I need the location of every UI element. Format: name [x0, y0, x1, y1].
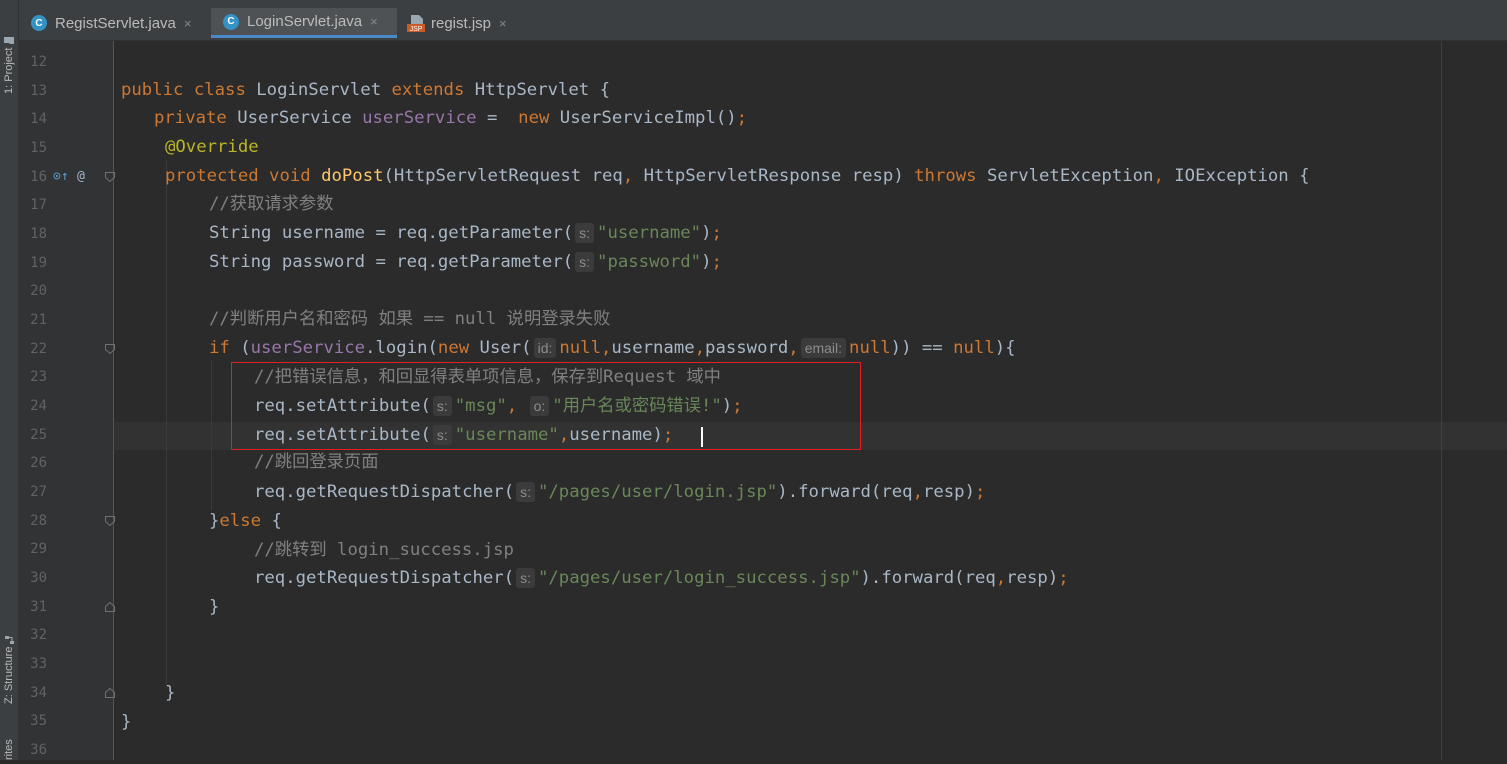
code-line-29[interactable]: //跳转到 login_success.jsp	[254, 536, 514, 564]
favorites-tool-button[interactable]: rites	[1, 726, 17, 760]
tab-regist-jsp[interactable]: JSP regist.jsp ×	[395, 8, 545, 38]
line-number: 15	[30, 140, 47, 156]
annotation-highlight-box	[231, 362, 861, 450]
close-tab-icon[interactable]: ×	[184, 16, 192, 31]
fold-end-icon[interactable]	[105, 688, 115, 698]
structure-tool-label: Z: Structure	[3, 646, 15, 704]
line-number: 17	[30, 197, 47, 213]
annotation-icon[interactable]: @	[77, 163, 85, 191]
editor-tab-bar: C RegistServlet.java × C LoginServlet.ja…	[19, 0, 1507, 41]
code-line-27[interactable]: req.getRequestDispatcher(s: "/pages/user/…	[254, 478, 985, 506]
tool-window-stripe: 1: Project Z: Structure rites	[0, 0, 19, 760]
line-number: 12	[30, 54, 47, 70]
fold-end-icon[interactable]	[105, 602, 115, 612]
fold-icon[interactable]	[105, 344, 115, 354]
code-line-19[interactable]: String password = req.getParameter(s: "pa…	[209, 248, 722, 276]
tab-login-servlet[interactable]: C LoginServlet.java ×	[211, 8, 397, 38]
line-number: 13	[30, 83, 47, 99]
close-tab-icon[interactable]: ×	[370, 14, 378, 29]
parameter-hint: s:	[516, 482, 535, 502]
line-number: 32	[30, 627, 47, 643]
java-class-icon: C	[31, 15, 47, 31]
code-line-26[interactable]: //跳回登录页面	[254, 448, 379, 476]
line-number: 30	[30, 570, 47, 586]
line-number: 22	[30, 341, 47, 357]
close-tab-icon[interactable]: ×	[499, 16, 507, 31]
svg-text:JSP: JSP	[410, 26, 423, 32]
indent-guide	[166, 160, 167, 685]
parameter-hint: s:	[516, 568, 535, 588]
parameter-hint: id:	[533, 338, 557, 358]
code-line-21[interactable]: //判断用户名和密码 如果 == null 说明登录失败	[209, 305, 610, 333]
line-number: 33	[30, 656, 47, 672]
line-number: 28	[30, 513, 47, 529]
code-line-22[interactable]: if (userService.login(new User(id: null,u…	[209, 334, 1016, 362]
code-line-15[interactable]: @Override	[165, 133, 259, 161]
tab-label: LoginServlet.java	[247, 13, 363, 30]
right-margin-guide	[1441, 41, 1442, 760]
code-line-13[interactable]: public class LoginServlet extends HttpSe…	[121, 76, 610, 104]
code-line-31[interactable]: }	[209, 593, 219, 621]
tab-label: RegistServlet.java	[55, 14, 176, 32]
code-line-17[interactable]: //获取请求参数	[209, 190, 334, 218]
line-number: 18	[30, 226, 47, 242]
parameter-hint: s:	[575, 223, 595, 243]
line-number: 31	[30, 599, 47, 615]
fold-icon[interactable]	[105, 516, 115, 526]
project-tool-button[interactable]: 1: Project	[1, 4, 17, 94]
line-number: 20	[30, 283, 47, 299]
code-line-30[interactable]: req.getRequestDispatcher(s: "/pages/user/…	[254, 564, 1069, 592]
parameter-hint: s:	[575, 252, 595, 272]
code-line-35[interactable]: }	[121, 708, 131, 736]
fold-icon[interactable]	[105, 172, 115, 182]
line-number: 26	[30, 455, 47, 471]
line-number: 35	[30, 713, 47, 729]
folder-icon	[4, 36, 14, 44]
line-number: 14	[30, 111, 47, 127]
line-number: 25	[30, 427, 47, 443]
code-line-28[interactable]: }else {	[209, 507, 282, 535]
tab-label: regist.jsp	[431, 14, 492, 32]
line-number: 34	[30, 685, 47, 701]
java-class-icon: C	[223, 13, 239, 30]
line-number: 21	[30, 312, 47, 328]
jsp-file-icon: JSP	[407, 14, 425, 33]
code-line-18[interactable]: String username = req.getParameter(s: "us…	[209, 219, 722, 247]
tab-regist-servlet[interactable]: C RegistServlet.java ×	[19, 8, 209, 38]
structure-icon	[5, 635, 14, 644]
code-line-14[interactable]: private UserService userService = new Us…	[154, 104, 747, 132]
line-number: 19	[30, 255, 47, 271]
line-number: 29	[30, 541, 47, 557]
project-tool-label: 1: Project	[3, 47, 15, 94]
indent-guide	[211, 360, 212, 510]
line-number: 27	[30, 484, 47, 500]
line-number: 16	[30, 169, 47, 185]
editor-gutter[interactable]: 12 13 14 15 16 17 18 19 20 21 22 23 24 2…	[19, 41, 115, 760]
override-method-icon[interactable]: ⊙↑	[53, 163, 69, 191]
favorites-tool-label: rites	[3, 739, 15, 760]
structure-tool-button[interactable]: Z: Structure	[1, 608, 17, 704]
line-number: 23	[30, 369, 47, 385]
parameter-hint: email:	[800, 338, 847, 358]
line-number: 24	[30, 398, 47, 414]
code-line-16[interactable]: protected void doPost(HttpServletRequest…	[165, 162, 1310, 190]
